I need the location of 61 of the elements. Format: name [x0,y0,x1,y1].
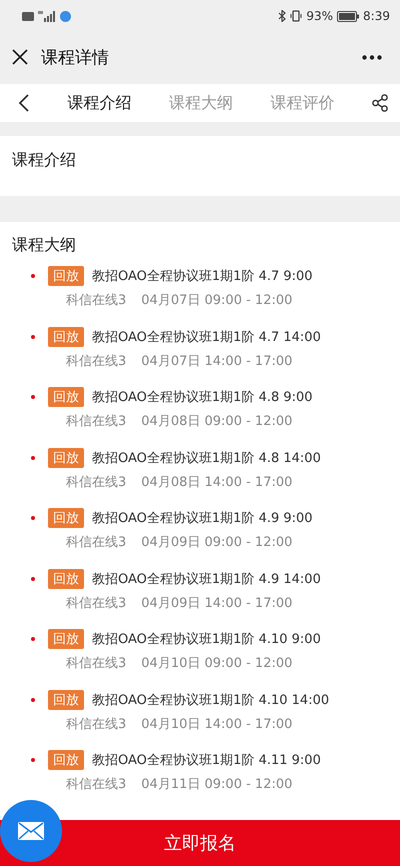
lesson-room: 科信在线3 [66,716,126,732]
bullet-icon [31,576,35,580]
replay-badge: 回放 [48,508,84,528]
section-heading: 课程大纲 [12,235,76,256]
bullet-icon [31,637,35,641]
lesson-title[interactable]: 教招OAO全程协议班1期1阶 4.7 9:00 [92,267,313,285]
lesson-time: 04月07日 14:00 - 17:00 [141,352,292,370]
replay-badge: 回放 [48,266,84,286]
lesson-title[interactable]: 教招OAO全程协议班1期1阶 4.9 14:00 [92,570,321,588]
lesson-time: 04月08日 09:00 - 12:00 [141,413,292,430]
bullet-icon [31,395,35,399]
replay-badge: 回放 [48,568,84,588]
bluetooth-icon [278,10,286,22]
bullet-icon [31,456,35,460]
close-icon[interactable] [12,49,28,65]
replay-badge: 回放 [48,387,84,407]
lesson-title[interactable]: 教招OAO全程协议班1期1阶 4.11 9:00 [92,751,321,769]
lesson-title[interactable]: 教招OAO全程协议班1期1阶 4.10 14:00 [92,690,330,708]
lesson-time: 04月10日 09:00 - 12:00 [141,655,292,672]
lesson-room: 科信在线3 [66,352,126,370]
lesson-title[interactable]: 教招OAO全程协议班1期1阶 4.7 14:00 [92,328,321,346]
lesson-time: 04月10日 14:00 - 17:00 [141,716,292,732]
replay-badge: 回放 [48,448,84,468]
mail-icon [18,822,44,840]
bullet-icon [31,698,35,702]
battery-icon [337,10,360,22]
lesson-room: 科信在线3 [66,655,126,672]
lesson-time: 04月09日 14:00 - 17:00 [141,594,292,612]
lesson-time: 04月09日 09:00 - 12:00 [141,534,292,551]
replay-badge: 回放 [48,326,84,346]
bullet-icon [31,274,35,278]
lesson-room: 科信在线3 [66,776,126,793]
lesson-room: 科信在线3 [66,474,126,490]
back-icon[interactable] [18,94,30,112]
section-heading: 课程介绍 [12,150,76,171]
lesson-time: 04月11日 09:00 - 12:00 [141,776,292,793]
clock: 8:39 [363,9,390,23]
tab[interactable]: 课程介绍 [68,92,132,114]
battery-percent: 93% [306,9,334,23]
signal-icon [38,10,56,22]
lesson-room: 科信在线3 [66,413,126,430]
lesson-title[interactable]: 教招OAO全程协议班1期1阶 4.8 9:00 [92,388,313,406]
share-icon[interactable] [372,94,388,112]
lesson-room: 科信在线3 [66,534,126,551]
more-icon[interactable] [362,54,382,60]
vibrate-icon [290,10,302,22]
page-title: 课程详情 [41,46,110,68]
replay-badge: 回放 [48,750,84,770]
lesson-time: 04月07日 09:00 - 12:00 [141,292,292,309]
lesson-time: 04月08日 14:00 - 17:00 [141,474,292,490]
replay-badge: 回放 [48,690,84,710]
lesson-room: 科信在线3 [66,292,126,309]
app-icon [60,10,71,22]
bullet-icon [31,516,35,520]
replay-badge: 回放 [48,629,84,649]
lesson-room: 科信在线3 [66,594,126,612]
bullet-icon [31,758,35,762]
lesson-title[interactable]: 教招OAO全程协议班1期1阶 4.8 14:00 [92,448,321,466]
lesson-title[interactable]: 教招OAO全程协议班1期1阶 4.10 9:00 [92,630,321,648]
lesson-title[interactable]: 教招OAO全程协议班1期1阶 4.9 9:00 [92,509,313,527]
bullet-icon [31,334,35,338]
